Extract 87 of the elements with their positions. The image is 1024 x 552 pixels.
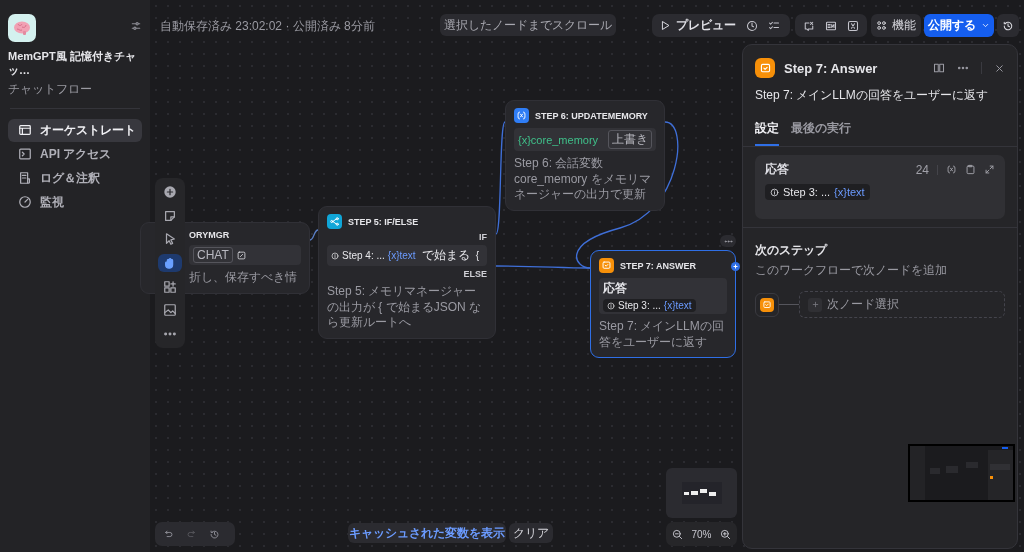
workflow-node[interactable]: STEP 7: ANSWER 応答 Step 3: ... {x}text Step 7: メインLLMの回答をユーザーに返す: [590, 250, 736, 359]
terminal-icon: [18, 147, 32, 162]
grid-icon: [163, 279, 177, 294]
response-field[interactable]: 応答 24 Step 3: ... {x}text: [755, 155, 1005, 219]
env-icon[interactable]: [825, 19, 837, 32]
node-title: STEP 6: UPDATEMEMORY: [535, 110, 648, 121]
workflow-node[interactable]: STEP 6: UPDATEMEMORY {x}core_memory 上書き Step 6: 会話変数 core_memory をメモリマネージャーの出力で更新: [505, 100, 665, 211]
app-title: MemGPT風 記憶付きチャッ…: [8, 49, 137, 78]
clipboard-icon[interactable]: [965, 164, 976, 175]
function-icon[interactable]: [847, 19, 859, 32]
caret-icon: [981, 21, 990, 30]
node-title: STEP 7: ANSWER: [620, 260, 696, 271]
connector-line: [309, 229, 319, 241]
panel-description: Step 7: メインLLMの回答をユーザーに返す: [754, 87, 989, 104]
show-cached-variables-button[interactable]: キャッシュされた変数を表示: [348, 523, 506, 543]
history-icon[interactable]: [209, 528, 220, 540]
scroll-to-node-button[interactable]: 選択したノードまでスクロール: [440, 14, 616, 36]
answer-icon: [755, 58, 775, 78]
branch-label: IF: [478, 232, 487, 242]
minimap[interactable]: [666, 468, 737, 518]
node-description: 折し、保存すべき情: [189, 270, 298, 286]
workflow-node[interactable]: STEP 5: IF/ELSE IF Step 4: ... {x}text で始まる { ELSE Step 5: メモリマネージャーの出力が { で始まるJSON なら更新ルートへ: [318, 206, 496, 339]
gauge-icon: [18, 195, 32, 210]
document-icon: [18, 171, 32, 186]
info-icon: [331, 251, 339, 260]
zoom-in-icon[interactable]: [720, 528, 731, 540]
node-description: Step 5: メモリマネージャーの出力が { で始まるJSON なら更新ルートへ: [327, 284, 482, 331]
zoom-out-icon[interactable]: [672, 528, 683, 540]
zoom-level: 70%: [691, 528, 712, 540]
app-type: チャットフロー: [8, 80, 93, 98]
node-tag: CHAT: [193, 247, 233, 263]
note-icon: [163, 208, 177, 223]
publish-button[interactable]: 公開する: [924, 14, 994, 37]
clear-button[interactable]: クリア: [509, 523, 553, 543]
variable-icon[interactable]: [946, 164, 957, 175]
node-title: ORYMGR: [189, 230, 231, 240]
sidebar-item[interactable]: ログ＆注釈: [8, 166, 142, 190]
add-icon: [163, 184, 177, 199]
assignment-row: {x}core_memory 上書き: [514, 128, 656, 151]
window-icon: [18, 123, 32, 138]
variable-icon[interactable]: [803, 19, 815, 32]
panel-title: Step 7: Answer: [784, 60, 879, 76]
image-icon: [163, 303, 177, 318]
section-hint: このワークフローで次ノードを追加: [755, 262, 948, 279]
undo-icon[interactable]: [163, 528, 174, 540]
answer-icon: [760, 297, 774, 312]
panel-tab[interactable]: 設定: [755, 120, 779, 146]
info-icon: [607, 301, 615, 310]
plus-icon: [808, 297, 822, 312]
node-description: Step 7: メインLLMの回答をユーザーに返す: [599, 319, 725, 351]
answer-field: 応答 Step 3: ... {x}text: [599, 278, 727, 314]
history-icon: [1002, 19, 1014, 32]
variable-icon: [514, 108, 529, 123]
next-node-select[interactable]: 次ノード選択: [799, 291, 1005, 318]
book-icon[interactable]: [933, 62, 945, 74]
section-title: 次のステップ: [755, 242, 829, 259]
close-icon[interactable]: [994, 62, 1005, 74]
play-icon: [660, 20, 671, 31]
apps-icon: [876, 20, 887, 31]
condition-row: Step 4: ... {x}text で始まる {: [327, 245, 487, 266]
settings-icon[interactable]: [130, 20, 142, 32]
pointer-icon: [163, 232, 177, 247]
minimap-nodes-drawing: [681, 482, 722, 504]
sidebar-item[interactable]: 監視: [8, 190, 142, 214]
sidebar-item[interactable]: API アクセス: [8, 142, 142, 166]
node-description: Step 6: 会話変数 core_memory をメモリマネージャーの出力で更新: [514, 156, 652, 203]
save-status: 自動保存済み 23:02:02 · 公開済み 8分前: [160, 18, 375, 35]
brain-icon: [13, 21, 31, 35]
link-icon: [236, 250, 246, 260]
field-label: 応答: [765, 161, 790, 178]
more-button[interactable]: [720, 235, 736, 247]
features-button[interactable]: 機能: [871, 14, 921, 37]
history-button[interactable]: [997, 14, 1019, 37]
sidebar-item[interactable]: オーケストレート: [8, 118, 142, 142]
answer-icon: [599, 258, 614, 273]
character-count: 24: [915, 162, 929, 177]
add-node-handle[interactable]: [731, 262, 740, 271]
info-icon: [770, 187, 779, 197]
expand-icon[interactable]: [984, 164, 995, 175]
checklist-icon[interactable]: [768, 19, 780, 32]
canvas-tool[interactable]: [158, 254, 182, 272]
branch-label: ELSE: [462, 269, 487, 279]
panel-tab[interactable]: 最後の実行: [791, 120, 851, 146]
node-title: STEP 5: IF/ELSE: [348, 216, 419, 227]
branch-icon: [327, 214, 342, 229]
variable-chip[interactable]: Step 3: ... {x}text: [765, 184, 870, 200]
clock-icon[interactable]: [746, 19, 758, 32]
